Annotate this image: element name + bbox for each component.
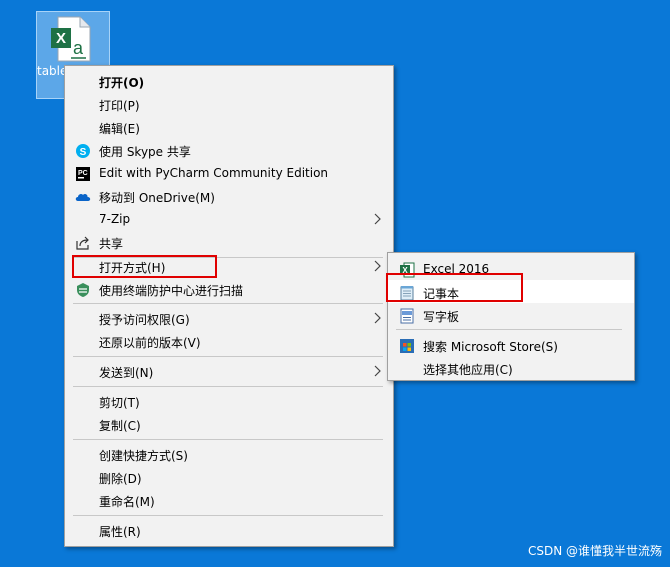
menu-item-scan[interactable]: 使用终端防护中心进行扫描 [65,278,393,301]
menu-item-onedrive[interactable]: 移动到 OneDrive(M) [65,185,393,208]
menu-item-copy[interactable]: 复制(C) [65,413,393,436]
menu-item-share[interactable]: 共享 [65,231,393,254]
menu-separator [73,439,383,440]
submenu-item-ms-store[interactable]: 搜索 Microsoft Store(S) [388,333,634,356]
share-icon [76,236,89,250]
watermark-text: CSDN @谁懂我半世流殇 [527,544,662,558]
menu-item-skype-share[interactable]: S 使用 Skype 共享 [65,139,393,162]
menu-separator [73,356,383,357]
svg-text:S: S [80,147,87,158]
pycharm-icon: PC [76,167,90,181]
menu-item-cut[interactable]: 剪切(T) [65,390,393,413]
skype-icon: S [76,144,90,158]
chevron-right-icon [374,260,381,272]
menu-item-restore-versions[interactable]: 还原以前的版本(V) [65,330,393,353]
chevron-right-icon [374,213,381,225]
menu-item-pycharm[interactable]: PC Edit with PyCharm Community Edition [65,162,393,185]
menu-separator [73,303,383,304]
annotation-box-notepad [386,273,523,302]
excel-file-icon: X a [51,16,91,62]
context-menu: 打开(O) 打印(P) 编辑(E) S 使用 Skype 共享 PC Edit … [64,65,394,547]
store-icon [400,339,414,353]
menu-separator [396,329,622,330]
submenu-item-wordpad[interactable]: 写字板 [388,303,634,326]
menu-item-print[interactable]: 打印(P) [65,93,393,116]
svg-text:X: X [56,30,66,47]
menu-item-7zip[interactable]: 7-Zip [65,208,393,231]
annotation-box-open-with [72,255,217,278]
menu-separator [73,386,383,387]
menu-item-edit[interactable]: 编辑(E) [65,116,393,139]
menu-item-rename[interactable]: 重命名(M) [65,489,393,512]
svg-text:PC: PC [78,170,88,177]
chevron-right-icon [374,365,381,377]
submenu-item-choose-other-app[interactable]: 选择其他应用(C) [388,356,634,379]
menu-item-grant-access[interactable]: 授予访问权限(G) [65,307,393,330]
menu-item-properties[interactable]: 属性(R) [65,519,393,542]
svg-text:a: a [73,38,84,58]
menu-separator [73,515,383,516]
menu-item-delete[interactable]: 删除(D) [65,466,393,489]
shield-scan-icon [77,283,89,297]
onedrive-cloud-icon [75,193,91,201]
chevron-right-icon [374,312,381,324]
desktop-file-label: table [37,64,66,78]
open-with-submenu: X Excel 2016 记事本 写字板 搜索 Microsoft Store(… [387,252,635,381]
menu-item-create-shortcut[interactable]: 创建快捷方式(S) [65,443,393,466]
menu-item-open[interactable]: 打开(O) [65,70,393,93]
menu-item-send-to[interactable]: 发送到(N) [65,360,393,383]
wordpad-icon [400,308,414,324]
